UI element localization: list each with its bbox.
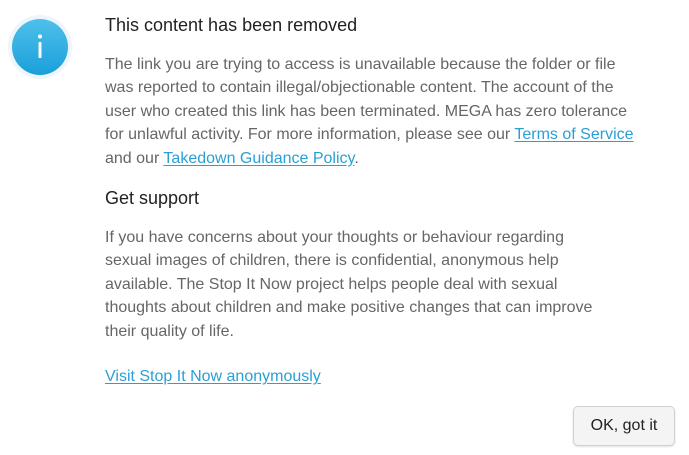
dialog-content: This content has been removed The link y…	[105, 12, 635, 388]
dialog-title: This content has been removed	[105, 15, 358, 35]
terms-of-service-link[interactable]: Terms of Service	[514, 126, 633, 143]
get-support-heading: Get support	[105, 188, 200, 209]
removal-explanation: The link you are trying to access is una…	[105, 53, 635, 170]
explanation-connector: and our	[105, 149, 164, 167]
visit-stop-it-now-link[interactable]: Visit Stop It Now anonymously	[105, 365, 321, 388]
info-icon-halo	[8, 15, 72, 79]
info-icon	[12, 19, 68, 75]
ok-got-it-button[interactable]: OK, got it	[573, 406, 675, 446]
support-text: If you have concerns about your thoughts…	[105, 229, 593, 340]
info-icon-glyph	[38, 34, 42, 58]
takedown-guidance-policy-link[interactable]: Takedown Guidance Policy	[163, 150, 354, 167]
content-removed-dialog: This content has been removed The link y…	[0, 0, 689, 455]
explanation-period: .	[354, 149, 359, 167]
